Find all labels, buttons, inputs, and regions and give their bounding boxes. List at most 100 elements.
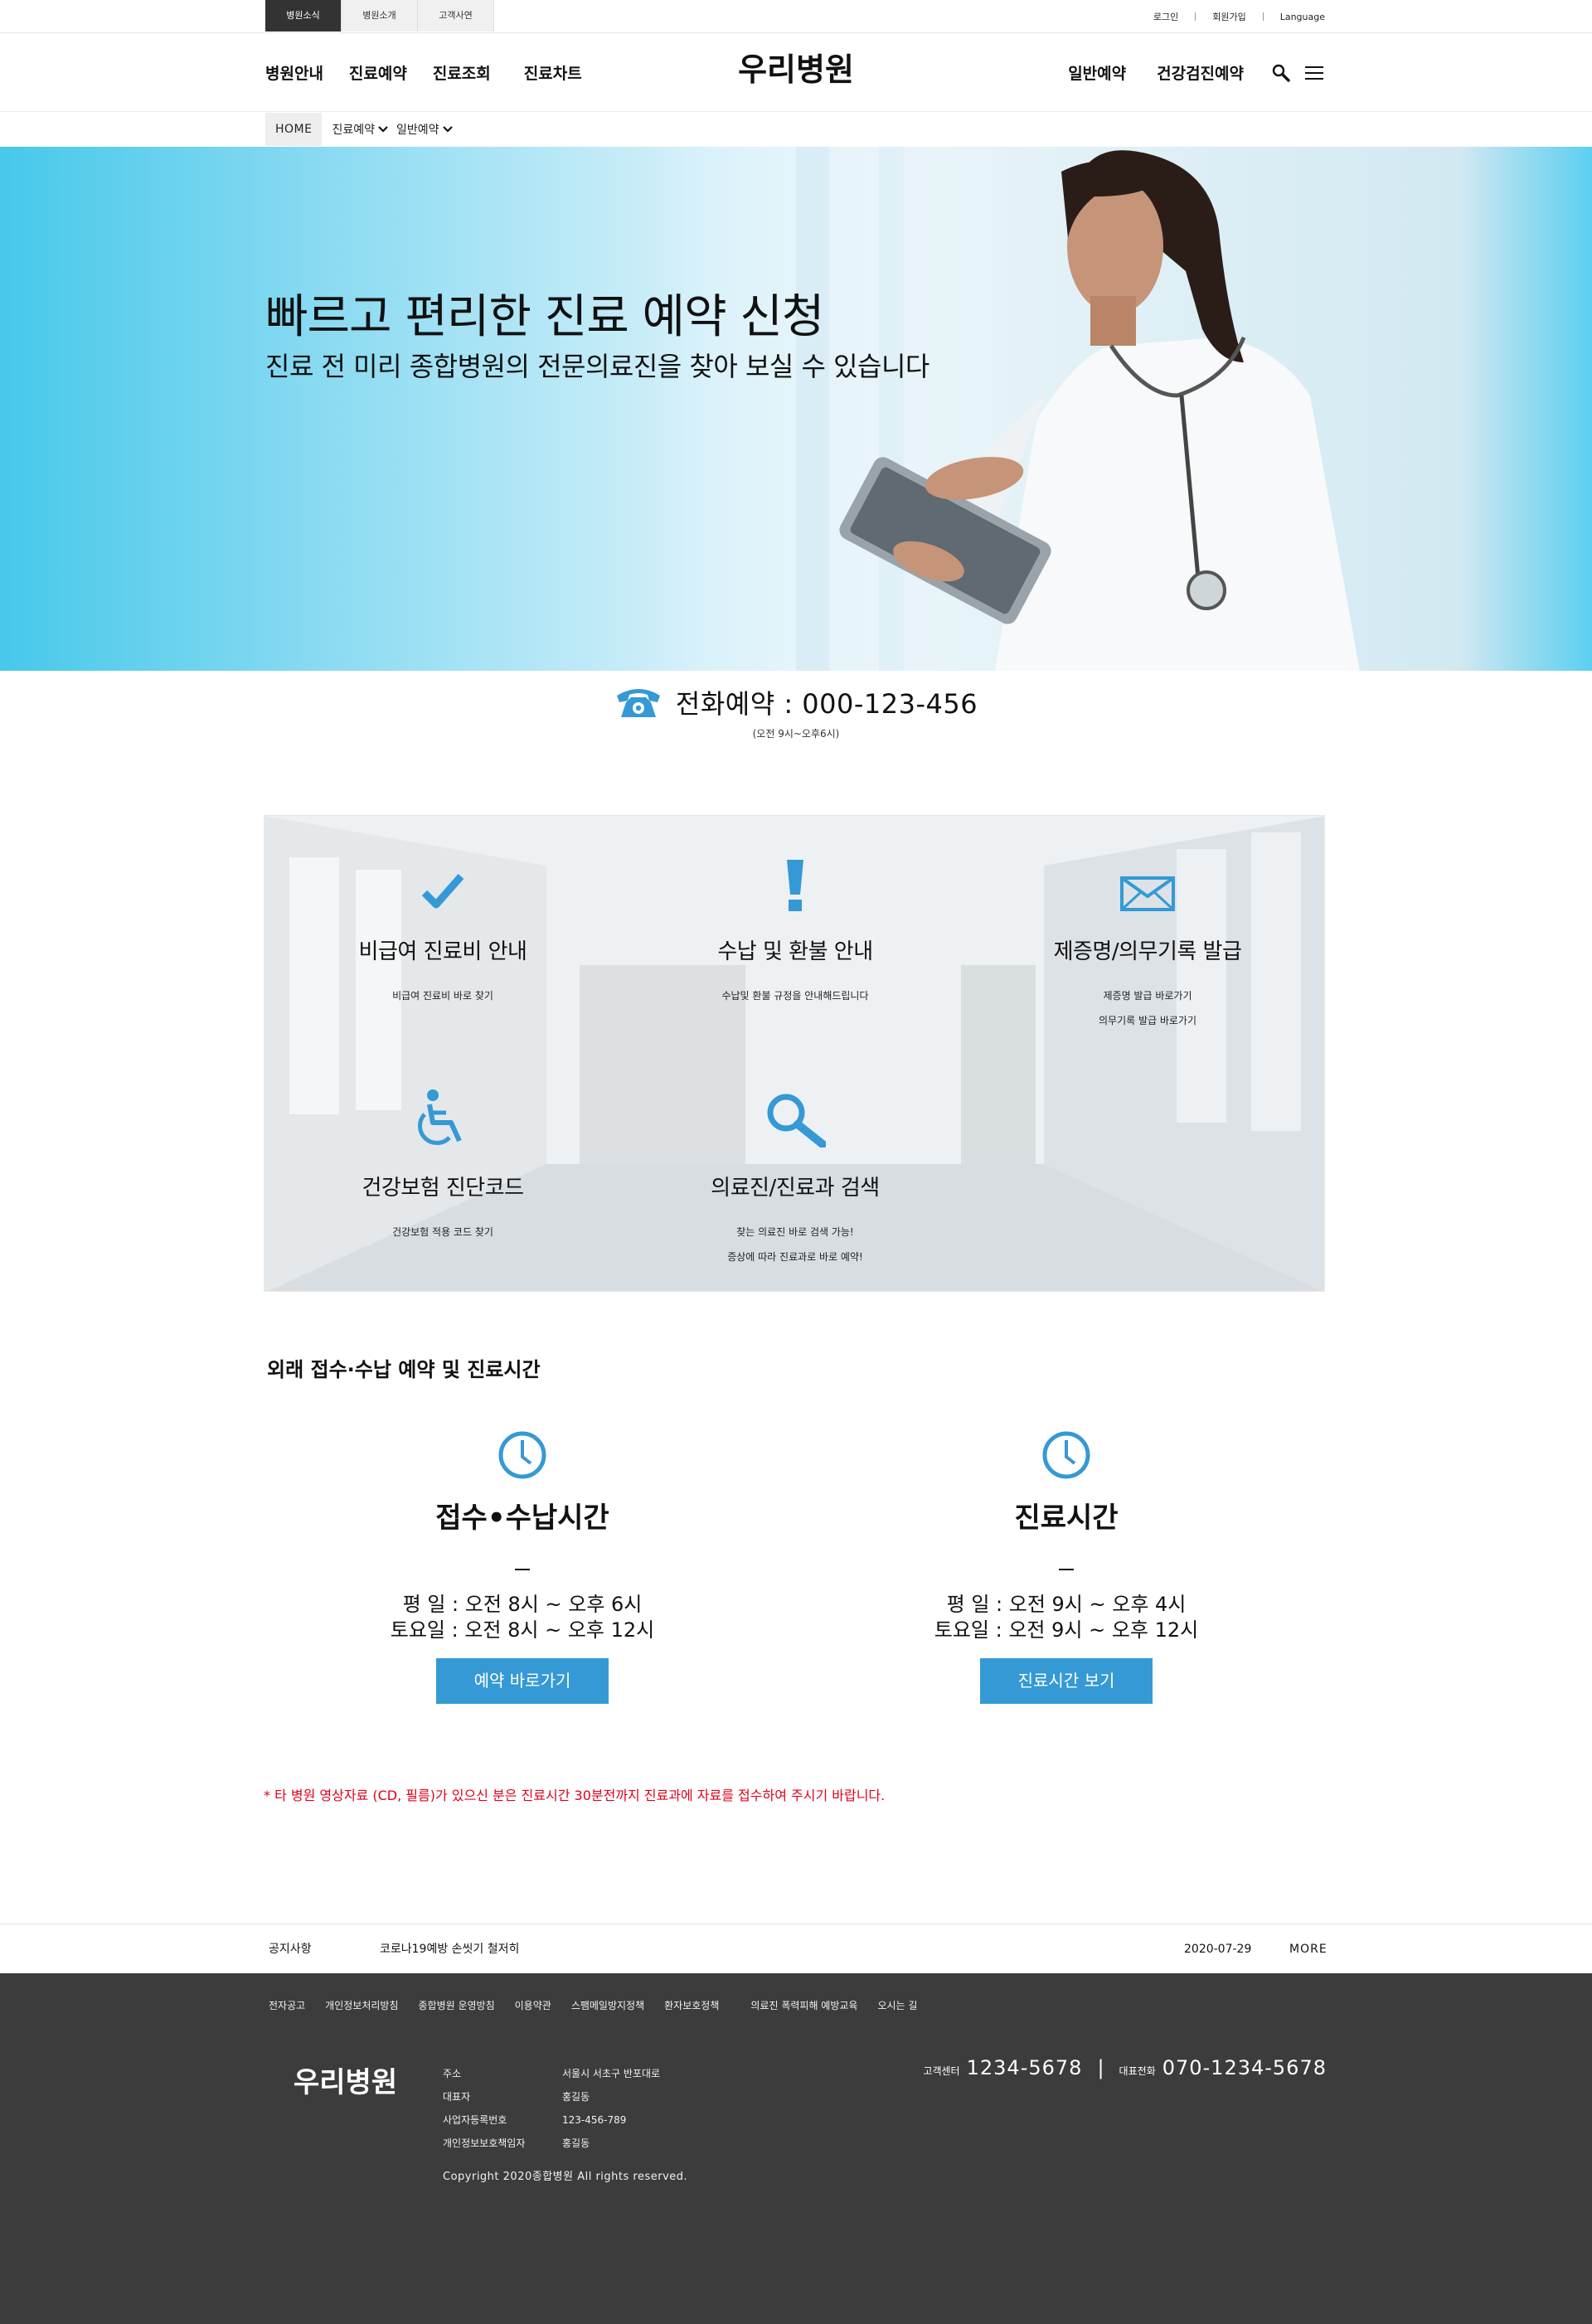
doctor-photo	[647, 147, 1592, 671]
main-header: 우리병원 병원안내 진료예약 진료조회 진료차트 일반예약 건강검진예약	[0, 33, 1592, 112]
main-phone-label: 대표전화	[1119, 2065, 1156, 2077]
envelope-icon	[1120, 876, 1175, 911]
service-desc: 수납및 환불 규정을 안내해드립니다	[621, 983, 969, 1008]
footer-link[interactable]: 스팸메일방지정책	[571, 1998, 644, 2012]
customer-center-number: 1234-5678	[966, 2056, 1083, 2079]
login-link[interactable]: 로그인	[1153, 10, 1178, 23]
tab-hospital-intro[interactable]: 병원소개	[342, 0, 418, 32]
service-desc: 건강보험 적용 코드 찾기	[269, 1220, 617, 1244]
service-desc-line: 건강보험 적용 코드 찾기	[392, 1226, 493, 1238]
breadcrumb-label: 진료예약	[332, 124, 376, 137]
wheelchair-icon	[418, 1089, 462, 1145]
image-data-notice: * 타 병원 영상자료 (CD, 필름)가 있으신 분은 진료시간 30분전까지…	[264, 1788, 886, 1803]
service-payment-refund[interactable]: 수납 및 환불 안내 수납및 환불 규정을 안내해드립니다	[621, 853, 969, 1008]
footer-contact: 고객센터 1234-5678 | 대표전화 070-1234-5678	[923, 2056, 1327, 2079]
hero-title: 빠르고 편리한 진료 예약 신청	[265, 290, 824, 344]
service-desc: 제증명 발급 바로가기 의무기록 발급 바로가기	[973, 983, 1322, 1033]
notice-more-link[interactable]: MORE	[1289, 1924, 1327, 1974]
phone-hours: (오전 9시~오후6시)	[752, 728, 840, 740]
service-desc: 비급여 진료비 바로 찾기	[269, 983, 617, 1008]
hero-banner: 빠르고 편리한 진료 예약 신청 진료 전 미리 종합병원의 전문의료진을 찾아…	[0, 147, 1592, 671]
main-nav-right: 일반예약 건강검진예약	[1068, 33, 1327, 112]
clinic-hours: 진료시간 평 일 : 오전 9시 ~ 오후 4시 토요일 : 오전 9시 ~ 오…	[892, 1430, 1240, 1704]
footer-link[interactable]: 오시는 길	[877, 1998, 917, 2012]
service-certificate-records[interactable]: 제증명/의무기록 발급 제증명 발급 바로가기 의무기록 발급 바로가기	[973, 853, 1322, 1033]
nav-chart[interactable]: 진료차트	[524, 61, 582, 84]
breadcrumb-label: 일반예약	[396, 124, 439, 137]
magnifier-icon	[767, 1094, 826, 1147]
service-desc-line: 비급여 진료비 바로 찾기	[392, 990, 493, 1002]
nav-hospital-guide[interactable]: 병원안내	[265, 61, 323, 84]
service-title: 비급여 진료비 안내	[358, 939, 527, 964]
nav-general-reservation[interactable]: 일반예약	[1068, 61, 1126, 84]
service-doctor-search[interactable]: 의료진/진료과 검색 찾는 의료진 바로 검색 가능! 증상에 따라 진료과로 …	[621, 1089, 969, 1269]
chevron-down-icon	[378, 126, 388, 133]
services-panel: 비급여 진료비 안내 비급여 진료비 바로 찾기 수납 및 환불 안내 수납및 …	[264, 815, 1325, 1292]
footer-link[interactable]: 개인정보처리방침	[325, 1998, 398, 2012]
utility-links: 로그인 회원가입 Language	[1153, 0, 1325, 33]
signup-link[interactable]: 회원가입	[1212, 10, 1245, 23]
hours-title: 접수•수납시간	[435, 1502, 609, 1535]
breadcrumb: HOME 진료예약 일반예약	[265, 113, 453, 146]
service-desc: 찾는 의료진 바로 검색 가능! 증상에 따라 진료과로 바로 예약!	[621, 1220, 969, 1269]
breadcrumb-home[interactable]: HOME	[265, 113, 323, 146]
copyright: Copyright 2020종합병원 All rights reserved.	[443, 2171, 688, 2183]
tab-hospital-news[interactable]: 병원소식	[265, 0, 342, 32]
info-key: 주소	[443, 2068, 462, 2079]
info-key: 사업자등록번호	[443, 2114, 507, 2126]
hours-title: 진료시간	[1014, 1502, 1119, 1535]
main-nav-left: 병원안내 진료예약 진료조회 진료차트	[265, 33, 608, 112]
footer-link[interactable]: 의료진 폭력피해 예방교육	[750, 1998, 857, 2012]
main-phone-number: 070-1234-5678	[1162, 2056, 1327, 2079]
site-logo[interactable]: 우리병원	[0, 33, 1592, 106]
notice-date: 2020-07-29	[1184, 1943, 1252, 1956]
divider	[1262, 12, 1264, 21]
search-icon[interactable]	[1269, 61, 1294, 85]
breadcrumb-general[interactable]: 일반예약	[396, 121, 453, 138]
language-link[interactable]: Language	[1280, 12, 1325, 22]
notice-label: 공지사항	[269, 1943, 312, 1956]
service-desc-line: 의무기록 발급 바로가기	[1098, 1015, 1197, 1026]
hours-row: 평 일 : 오전 8시 ~ 오후 6시	[402, 1593, 643, 1616]
info-value: 홍길동	[562, 2091, 590, 2103]
hours-row: 토요일 : 오전 8시 ~ 오후 12시	[390, 1618, 655, 1642]
service-non-covered-fees[interactable]: 비급여 진료비 안내 비급여 진료비 바로 찾기	[269, 853, 617, 1008]
service-insurance-codes[interactable]: 건강보험 진단코드 건강보험 적용 코드 찾기	[269, 1089, 617, 1244]
nav-inquiry[interactable]: 진료조회	[433, 61, 491, 84]
footer-link[interactable]: 종합병원 운영방침	[419, 1998, 495, 2012]
breadcrumb-reservation[interactable]: 진료예약	[332, 121, 388, 138]
check-icon	[421, 874, 464, 909]
clock-icon	[1042, 1431, 1090, 1479]
footer-logo: 우리병원	[294, 2066, 398, 2099]
service-title: 건강보험 진단코드	[362, 1176, 524, 1201]
info-value: 홍길동	[562, 2137, 590, 2149]
footer-link[interactable]: 전자공고	[269, 1998, 305, 2012]
nav-reservation[interactable]: 진료예약	[349, 61, 407, 84]
tab-patient-stories[interactable]: 고객사연	[418, 0, 494, 32]
footer-link[interactable]: 이용약관	[515, 1998, 551, 2012]
hours-row: 토요일 : 오전 9시 ~ 오후 12시	[934, 1618, 1199, 1642]
nav-checkup-reservation[interactable]: 건강검진예약	[1157, 61, 1244, 84]
divider	[1195, 12, 1196, 21]
telephone-icon	[616, 689, 660, 717]
customer-center-label: 고객센터	[923, 2065, 960, 2077]
service-desc-line: 증상에 따라 진료과로 바로 예약!	[727, 1251, 863, 1263]
info-value: 123-456-789	[562, 2114, 627, 2126]
reservation-button[interactable]: 예약 바로가기	[436, 1658, 609, 1704]
site-footer: 전자공고 개인정보처리방침 종합병원 운영방침 이용약관 스팸메일방지정책 환자…	[0, 1973, 1592, 2324]
hamburger-menu-icon[interactable]	[1302, 61, 1327, 85]
service-title: 수납 및 환불 안내	[717, 939, 873, 964]
notice-headline[interactable]: 코로나19예방 손씻기 철저히	[380, 1924, 519, 1974]
view-hours-button[interactable]: 진료시간 보기	[980, 1658, 1153, 1704]
exclamation-icon	[787, 860, 803, 911]
phone-reservation-label[interactable]: 전화예약 : 000-123-456	[676, 683, 978, 721]
service-desc-line: 제증명 발급 바로가기	[1103, 990, 1192, 1002]
footer-link[interactable]: 환자보호정책	[664, 1998, 719, 2012]
notice-bar: 공지사항 코로나19예방 손씻기 철저히 2020-07-29 MORE	[0, 1924, 1592, 1973]
footer-company-info: 주소 서울시 서초구 반포대로 대표자 홍길동 사업자등록번호 123-456-789…	[443, 2062, 660, 2155]
info-key: 개인정보보호책임자	[443, 2137, 526, 2149]
service-title: 의료진/진료과 검색	[711, 1176, 880, 1201]
info-value: 서울시 서초구 반포대로	[562, 2068, 661, 2079]
hours-section-title: 외래 접수·수납 예약 및 진료시간	[267, 1358, 541, 1381]
service-desc-line: 수납및 환불 규정을 안내해드립니다	[721, 990, 869, 1002]
